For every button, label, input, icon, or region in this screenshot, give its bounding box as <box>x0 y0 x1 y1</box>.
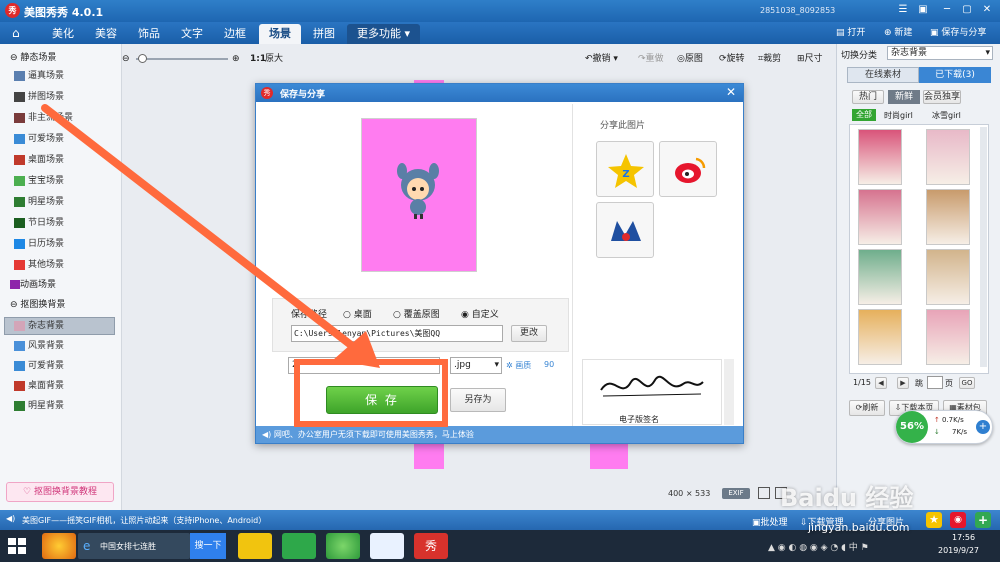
annotation-arrow <box>41 104 448 427</box>
